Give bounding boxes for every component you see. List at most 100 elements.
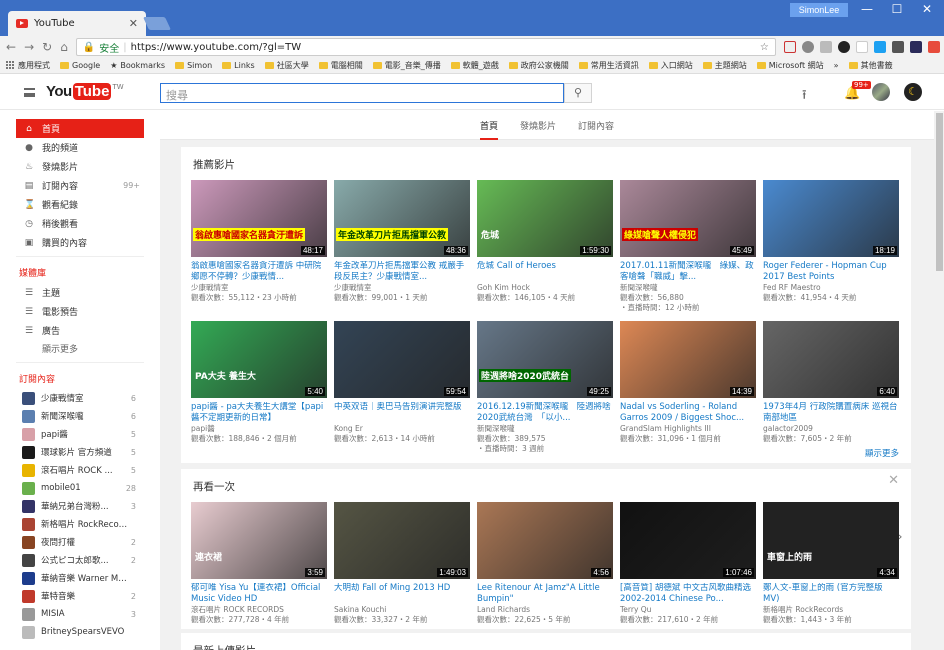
video-channel[interactable]: 新聞深喉嚨: [477, 424, 613, 434]
video-channel[interactable]: Fed RF Maestro: [763, 283, 899, 293]
video-channel[interactable]: Kong Er: [334, 424, 470, 434]
video-title[interactable]: 1973年4月 行政院購置病床 巡視台南部地區: [763, 402, 899, 424]
bookmark-item[interactable]: 入口網站: [648, 60, 693, 71]
video-title[interactable]: papi醬 - pa大夫養生大講堂【papi醬不定期更新的日常】: [191, 402, 327, 424]
hamburger-icon[interactable]: [24, 88, 35, 97]
subscription-item[interactable]: BritneySpearsVEVO: [0, 623, 160, 641]
subscriptions-heading[interactable]: 訂閱內容: [0, 363, 160, 389]
bookmark-other[interactable]: 其他書籤: [848, 60, 893, 71]
extension-icon[interactable]: [891, 41, 904, 53]
subscription-item[interactable]: 華納兄弟台灣粉... 3: [0, 497, 160, 515]
search-input[interactable]: 搜尋: [160, 83, 564, 103]
video-thumbnail[interactable]: 危城 1:59:30: [477, 180, 613, 257]
video-title[interactable]: Roger Federer - Hopman Cup 2017 Best Poi…: [763, 261, 899, 283]
bookmark-overflow[interactable]: »: [834, 61, 839, 70]
upload-icon[interactable]: ⭱: [802, 86, 807, 108]
bookmark-item[interactable]: 電腦相關: [318, 60, 363, 71]
bookmark-item[interactable]: Microsoft 網站: [756, 60, 824, 71]
extension-icon[interactable]: [801, 41, 814, 53]
sidebar-item[interactable]: ☰ 電影預告: [0, 302, 160, 321]
video-channel[interactable]: Goh Kim Hock: [477, 283, 613, 293]
back-icon[interactable]: ←: [6, 40, 16, 54]
video-thumbnail[interactable]: 連衣裙 3:59: [191, 502, 327, 579]
bookmark-item[interactable]: Google: [60, 61, 100, 70]
home-icon[interactable]: ⌂: [60, 40, 68, 54]
video-card[interactable]: 59:54 中英双语｜奥巴马告别演讲完整版 Kong Er 觀看次數：2,613・14…: [334, 321, 470, 454]
tab-home[interactable]: 首頁: [479, 119, 498, 140]
video-card[interactable]: 危城 1:59:30 危城 Call of Heroes Goh Kim Hock 觀看…: [477, 180, 613, 313]
bookmark-item[interactable]: Simon: [175, 61, 212, 70]
forward-icon[interactable]: →: [24, 40, 34, 54]
extension-icon[interactable]: [909, 41, 922, 53]
subscription-item[interactable]: 夜問打權 2: [0, 533, 160, 551]
subscription-item[interactable]: papi醬 5: [0, 425, 160, 443]
video-title[interactable]: 2016.12.19新聞深喉嚨 陸週將啥2020武統台灣 「以小...: [477, 402, 613, 424]
video-title[interactable]: 大明劫 Fall of Ming 2013 HD: [334, 583, 470, 605]
sidebar-item[interactable]: ● 我的頻道: [0, 138, 160, 157]
video-thumbnail[interactable]: PA大夫 養生大 5:40: [191, 321, 327, 398]
youtube-logo[interactable]: You Tube TW: [46, 83, 124, 100]
subscription-item[interactable]: 環球影片 官方頻道 5: [0, 443, 160, 461]
sidebar-item[interactable]: ▤ 訂閱內容 99+: [0, 176, 160, 195]
minimize-icon[interactable]: —: [852, 2, 882, 16]
video-card[interactable]: 1:49:03 大明劫 Fall of Ming 2013 HD Sakina Ko…: [334, 502, 470, 625]
bookmark-star-icon[interactable]: ☆: [760, 42, 769, 53]
video-card[interactable]: 4:56 Lee Ritenour At Jamz"A Little Bumpin…: [477, 502, 613, 625]
video-thumbnail[interactable]: 18:19: [763, 180, 899, 257]
maximize-icon[interactable]: ☐: [882, 2, 912, 16]
sidebar-item[interactable]: ♨ 發燒影片: [0, 157, 160, 176]
tab-subscriptions[interactable]: 訂閱內容: [578, 119, 614, 132]
shelf-title[interactable]: 最新上傳影片: [191, 633, 901, 650]
new-tab-button[interactable]: [142, 17, 172, 30]
tab-trending[interactable]: 發燒影片: [520, 119, 556, 132]
close-tab-icon[interactable]: ✕: [129, 17, 138, 30]
subscription-item[interactable]: 新格唱片 RockRecords: [0, 515, 160, 533]
bookmark-apps[interactable]: 應用程式: [6, 60, 50, 71]
bookmark-item[interactable]: ★ Bookmarks: [110, 61, 165, 70]
video-thumbnail[interactable]: 4:56: [477, 502, 613, 579]
subscription-item[interactable]: 公式ピコ太郎歌... 2: [0, 551, 160, 569]
video-title[interactable]: Lee Ritenour At Jamz"A Little Bumpin": [477, 583, 613, 605]
bookmark-item[interactable]: 軟體_遊戲: [450, 60, 499, 71]
video-title[interactable]: 中英双语｜奥巴马告别演讲完整版: [334, 402, 470, 424]
bookmark-item[interactable]: 常用生活資訊: [578, 60, 639, 71]
video-channel[interactable]: 滾石唱片 ROCK RECORDS: [191, 605, 327, 615]
extension-icon[interactable]: [873, 41, 886, 53]
video-thumbnail[interactable]: 1:49:03: [334, 502, 470, 579]
close-icon[interactable]: ✕: [888, 473, 899, 488]
video-card[interactable]: PA大夫 養生大 5:40 papi醬 - pa大夫養生大講堂【papi醬不定期更新…: [191, 321, 327, 454]
sidebar-item[interactable]: ☰ 廣告: [0, 321, 160, 340]
sidebar-item[interactable]: ⌂ 首頁: [16, 119, 144, 138]
video-card[interactable]: 車窗上的雨 4:34 鄭人文-車窗上的雨 (官方完整版MV) 新格唱片 RockRec…: [763, 502, 899, 625]
video-channel[interactable]: 少康戰情室: [191, 283, 327, 293]
bookmark-item[interactable]: 主題網站: [702, 60, 747, 71]
video-title[interactable]: 郁可唯 Yisa Yu【連衣裙】Official Music Video HD: [191, 583, 327, 605]
video-thumbnail[interactable]: 年金改革刀片拒馬擋軍公教 48:36: [334, 180, 470, 257]
video-title[interactable]: 鄭人文-車窗上的雨 (官方完整版MV): [763, 583, 899, 605]
video-channel[interactable]: Land Richards: [477, 605, 613, 615]
video-title[interactable]: 危城 Call of Heroes: [477, 261, 613, 283]
profile-name[interactable]: SimonLee: [790, 3, 848, 17]
video-thumbnail[interactable]: 車窗上的雨 4:34: [763, 502, 899, 579]
subscription-item[interactable]: mobile01 28: [0, 479, 160, 497]
video-title[interactable]: 年金改革刀片拒馬擋軍公教 戒嚴手段反民主？少康戰情室...: [334, 261, 470, 283]
video-channel[interactable]: Sakina Kouchi: [334, 605, 470, 615]
address-bar[interactable]: 🔒 安全 | https://www.youtube.com/?gl=TW ☆: [75, 38, 776, 56]
extension-icon[interactable]: [783, 41, 796, 53]
video-channel[interactable]: 新聞深喉嚨: [620, 283, 756, 293]
video-title[interactable]: 翁啟惠嗆國家名器貪汙遭訴 中研院鄉愿不停轉？少康戰情...: [191, 261, 327, 283]
subscription-item[interactable]: 新聞深喉嚨 6: [0, 407, 160, 425]
video-channel[interactable]: papi醬: [191, 424, 327, 434]
shelf-title[interactable]: 推薦影片: [191, 147, 901, 180]
video-card[interactable]: 18:19 Roger Federer - Hopman Cup 2017 Bes…: [763, 180, 899, 313]
video-card[interactable]: 陸週將啥2020武統台 49:25 2016.12.19新聞深喉嚨 陸週將啥2020…: [477, 321, 613, 454]
subscription-item[interactable]: 華特音樂 2: [0, 587, 160, 605]
moon-icon[interactable]: ☾: [904, 83, 922, 101]
video-thumbnail[interactable]: 陸週將啥2020武統台 49:25: [477, 321, 613, 398]
url-text[interactable]: https://www.youtube.com/?gl=TW: [131, 42, 302, 53]
video-card[interactable]: 14:39 Nadal vs Soderling - Roland Garros …: [620, 321, 756, 454]
sidebar-item[interactable]: ▣ 購買的內容: [0, 233, 160, 252]
browser-tab[interactable]: YouTube ✕: [8, 11, 146, 36]
search-button[interactable]: ⚲: [564, 83, 592, 103]
bookmark-item[interactable]: 政府公家機關: [508, 60, 569, 71]
